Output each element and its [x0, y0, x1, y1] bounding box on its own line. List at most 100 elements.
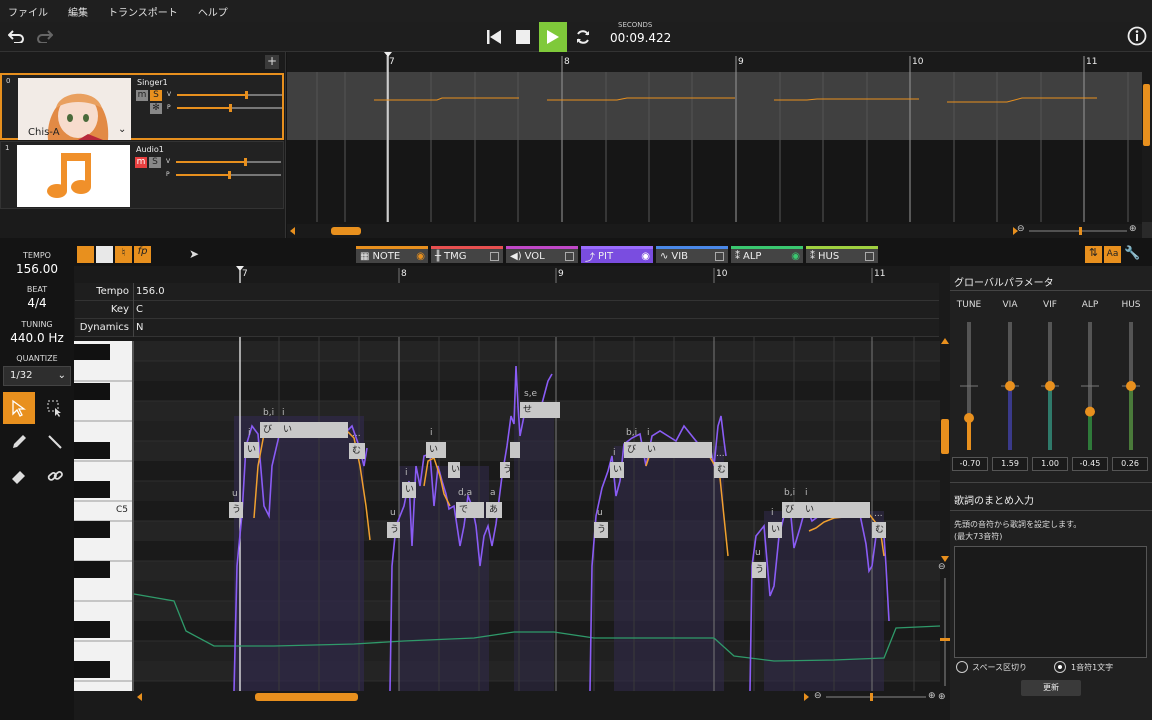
note[interactable]: う — [500, 462, 512, 478]
radio-space-separated[interactable] — [956, 661, 968, 673]
wrench-icon[interactable]: 🔧 — [1124, 246, 1141, 263]
menu-help[interactable]: ヘルプ — [198, 4, 228, 19]
note[interactable]: い — [448, 462, 460, 478]
dynamics-row[interactable]: Dynamics N — [75, 319, 939, 337]
note[interactable]: い — [802, 502, 870, 518]
global-param-sliders[interactable] — [950, 316, 1152, 456]
solo-button[interactable]: S — [150, 90, 162, 101]
note[interactable]: い — [280, 422, 348, 438]
note[interactable]: び — [260, 422, 280, 438]
vib-checkbox[interactable] — [715, 252, 724, 261]
track-row-audio1[interactable]: 1 Audio1 m S V P — [0, 141, 284, 209]
note[interactable]: い — [426, 442, 446, 458]
audio-track-image[interactable] — [17, 145, 130, 207]
update-button[interactable]: 更新 — [1021, 680, 1081, 696]
menu-edit[interactable]: 編集 — [68, 4, 88, 19]
solo-button[interactable]: S — [149, 157, 161, 168]
line-tool-icon[interactable] — [39, 426, 71, 458]
link-icon[interactable] — [39, 460, 71, 492]
h-zoom-out-icon[interactable]: ⊖ — [814, 691, 822, 701]
eye-icon[interactable]: ◉ — [641, 251, 650, 262]
radio-one-char[interactable] — [1054, 661, 1066, 673]
chevron-down-icon[interactable]: ⌄ — [118, 124, 126, 135]
note[interactable]: い — [768, 522, 782, 538]
h-zoom-in-icon[interactable]: ⊕ — [928, 691, 936, 701]
lyrics-aa-icon[interactable]: Aa — [1104, 246, 1121, 263]
undo-icon[interactable] — [6, 25, 26, 47]
select-tool-icon[interactable] — [3, 392, 35, 424]
singer-avatar[interactable]: Chis-A ⌄ — [18, 78, 131, 140]
tune-value[interactable]: -0.70 — [952, 457, 988, 471]
note[interactable]: う — [387, 522, 400, 538]
note[interactable]: む — [349, 443, 365, 459]
via-value[interactable]: 1.59 — [992, 457, 1028, 471]
alp-value[interactable]: -0.45 — [1072, 457, 1108, 471]
note[interactable]: あ — [486, 502, 502, 518]
tab-note[interactable]: ▦ NOTE ◉ — [356, 246, 428, 263]
note[interactable]: い — [644, 442, 712, 458]
metronome-icon[interactable] — [77, 246, 94, 263]
zoom-out-icon[interactable]: ⊖ — [1017, 224, 1025, 234]
add-track-button[interactable]: + — [265, 55, 279, 69]
tab-pit[interactable]: ⤴ PIT ◉ — [581, 246, 653, 264]
tab-vib[interactable]: ∿ VIB — [656, 246, 728, 263]
menu-file[interactable]: ファイル — [8, 4, 48, 19]
slider-knob[interactable] — [964, 413, 974, 423]
dynamics-fp-icon[interactable]: fp — [134, 246, 151, 263]
mute-button[interactable]: m — [136, 90, 148, 101]
lyrics-textarea[interactable] — [954, 546, 1147, 658]
eye-icon[interactable]: ◉ — [416, 251, 425, 262]
note[interactable]: び — [782, 502, 802, 518]
tab-vol[interactable]: ◀) VOL — [506, 246, 578, 263]
slider-knob[interactable] — [1085, 406, 1095, 417]
note[interactable]: い — [402, 482, 416, 498]
slider-knob[interactable] — [1126, 381, 1136, 391]
note[interactable]: び — [624, 442, 644, 458]
tempo-value[interactable]: 156.00 — [0, 262, 74, 276]
vol-checkbox[interactable] — [565, 252, 574, 261]
play-button[interactable] — [539, 22, 567, 52]
tmg-checkbox[interactable] — [490, 252, 499, 261]
pencil-icon[interactable] — [3, 426, 35, 458]
snowflake-icon[interactable]: ✻ — [150, 103, 162, 114]
menu-transport[interactable]: トランスポート — [108, 4, 178, 19]
pitch-sharp-icon[interactable]: ♮ — [115, 246, 132, 263]
eraser-icon[interactable] — [3, 460, 35, 492]
tab-alp[interactable]: ⁑ ALP ◉ — [731, 246, 803, 263]
zoom-in-icon[interactable]: ⊕ — [938, 692, 946, 702]
slider-knob[interactable] — [1045, 381, 1055, 391]
note[interactable]: い — [610, 462, 624, 478]
slider-knob[interactable] — [1005, 381, 1015, 391]
note[interactable] — [510, 442, 520, 458]
marquee-select-icon[interactable] — [39, 392, 71, 424]
note[interactable]: せ — [520, 402, 560, 418]
vif-value[interactable]: 1.00 — [1032, 457, 1068, 471]
zoom-out-icon[interactable]: ⊖ — [938, 562, 946, 572]
track-row-singer1[interactable]: 0 Chis-A ⌄ Singer1 m S ✻ V P — [0, 73, 284, 140]
info-icon[interactable] — [1126, 25, 1148, 47]
note[interactable]: う — [229, 502, 243, 518]
eye-icon[interactable]: ◉ — [791, 251, 800, 262]
key-row[interactable]: Key C — [75, 301, 939, 319]
note[interactable]: い — [244, 442, 259, 458]
loop-icon[interactable] — [573, 26, 593, 48]
drum-icon[interactable] — [96, 246, 113, 263]
redo-icon[interactable] — [35, 25, 55, 47]
note[interactable]: む — [714, 462, 728, 478]
hus-checkbox[interactable] — [865, 252, 874, 261]
quantize-select[interactable]: 1/32 ⌄ — [3, 366, 71, 386]
arrangement-view[interactable]: 7 8 9 10 11 ⊖ ⊕ — [287, 52, 1152, 238]
tuning-value[interactable]: 440.0 Hz — [0, 331, 74, 345]
beat-value[interactable]: 4/4 — [0, 296, 74, 310]
note[interactable]: う — [594, 522, 608, 538]
note[interactable]: で — [456, 502, 484, 518]
note[interactable]: む — [872, 522, 886, 538]
skip-to-start-icon[interactable] — [484, 26, 504, 48]
note[interactable]: う — [752, 562, 766, 578]
mute-button[interactable]: m — [135, 157, 147, 168]
zoom-in-icon[interactable]: ⊕ — [1129, 224, 1137, 234]
stop-icon[interactable] — [513, 26, 533, 48]
sort-arrows-icon[interactable]: ⇅ — [1085, 246, 1102, 263]
tab-hus[interactable]: ⁑ HUS — [806, 246, 878, 263]
hus-value[interactable]: 0.26 — [1112, 457, 1148, 471]
